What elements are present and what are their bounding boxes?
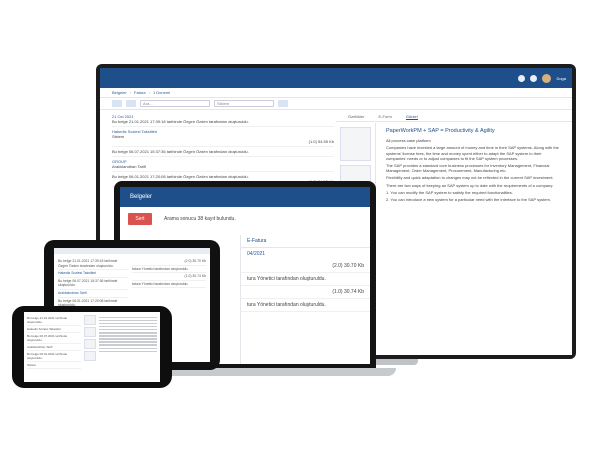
text-line <box>99 325 157 328</box>
preview-tabs: Özellikler E-Form Görsel <box>336 112 572 122</box>
text-line <box>99 344 157 346</box>
view-button[interactable] <box>126 100 136 107</box>
list-item[interactable]: Bu belge 06.07.2021 tarihinde oluşturuld… <box>27 333 81 344</box>
list-item[interactable]: Bu belge 21.01.2021 17:39:18 tarihinde Ö… <box>58 258 128 271</box>
page-thumbnail[interactable] <box>340 127 371 161</box>
list-item-text: Bu belge 21.01.2021 17:39:18 tarihinde Ö… <box>112 119 249 124</box>
phone-list: Bu belge 21.01.2021 tarihinde oluşturuld… <box>27 315 81 369</box>
list-item[interactable]: Bu belge 06.07.2021 15:37:36 tarihinde o… <box>58 278 128 290</box>
filter-select[interactable]: Sistem <box>214 100 274 107</box>
list-item[interactable]: Bu belge 06.07.2021 15:37:36 tarihinde Ö… <box>112 147 334 157</box>
list-item-size: (2.0) 30.70 Kb <box>132 258 206 266</box>
breadcrumb-item[interactable]: Fatura <box>134 90 146 95</box>
text-line <box>99 350 157 353</box>
laptop-header: Belgeler <box>120 187 370 207</box>
text-line <box>99 316 157 319</box>
list-item-text: fatura Yönetici tarafından oluşturuldu. <box>132 281 206 289</box>
doc-paragraph: The SAP provides a standard core busines… <box>386 163 550 174</box>
text-line <box>99 335 157 337</box>
doc-paragraph: There are two ways of keeping an SAP sys… <box>386 182 554 188</box>
breadcrumb: Belgeler › Fatura › 1 Donemi <box>100 88 572 98</box>
doc-paragraph: Companies have invested a large amount o… <box>386 145 559 161</box>
chevron-right-icon: › <box>148 90 150 95</box>
tab-efatura[interactable]: E-Fatura <box>241 235 370 248</box>
top-header-bar: Doga <box>100 68 572 88</box>
user-name[interactable]: Doga <box>556 76 566 81</box>
text-line <box>99 332 157 334</box>
list-item-text: Aralıklandiran Tarifi <box>112 164 146 169</box>
page-thumbnail[interactable] <box>84 315 96 325</box>
phone: Bu belge 21.01.2021 tarihinde oluşturuld… <box>12 306 172 388</box>
list-item[interactable]: 21 Ocl 2021 Bu belge 21.01.2021 17:39:18… <box>112 112 334 127</box>
list-item-link[interactable]: Hakedis Sozlesi Taksitleri <box>58 270 128 278</box>
tab-visual[interactable]: Görsel <box>405 114 418 120</box>
text-line <box>99 341 157 343</box>
document-page <box>99 315 157 379</box>
text-line <box>99 328 157 331</box>
result-count-text: Arama sonucu 38 kayıt bulundu. <box>164 216 236 222</box>
list-item-text: fatura Yönetici tarafından oluşturuldu. <box>132 266 206 274</box>
list-item[interactable]: GROUP Aralıklandiran Tarifi <box>112 157 334 172</box>
phone-document-viewer <box>84 315 157 379</box>
notification-icon[interactable] <box>518 74 526 82</box>
text-line <box>99 322 157 325</box>
page-thumbnail[interactable] <box>84 351 96 361</box>
breadcrumb-item[interactable]: 1 Donemi <box>153 90 170 95</box>
page-thumbnails <box>84 315 96 379</box>
doc-paragraph: 2. You can introduce a new system for a … <box>386 197 551 203</box>
settings-icon[interactable] <box>530 74 538 82</box>
doc-paragraph: Flexibility and quick adaptation to chan… <box>386 175 554 181</box>
avatar[interactable] <box>542 73 552 83</box>
list-item[interactable]: Bu belge 06.01.2021 tarihinde oluşturuld… <box>27 351 81 362</box>
list-item-link[interactable]: Aralıklandiran Tarifi <box>58 290 128 298</box>
phone-screen: Bu belge 21.01.2021 tarihinde oluşturuld… <box>24 312 160 382</box>
tablet-header <box>54 248 210 254</box>
tablet-detail: (2.0) 30.70 Kb fatura Yönetici tarafında… <box>132 258 206 289</box>
list-item-size: (1.0) 30.74 Kb <box>132 273 206 281</box>
doc-paragraph: All process case platform <box>386 138 431 144</box>
action-button[interactable]: Sert <box>128 213 152 225</box>
list-item-size: (2.0) 30.70 Kb <box>241 260 370 273</box>
toolbar: Ara... Sistem <box>100 98 572 110</box>
back-button[interactable] <box>112 100 122 107</box>
page-thumbnail[interactable] <box>84 339 96 349</box>
list-item-size: (1.0) 54.55 Kb <box>308 139 334 144</box>
list-item-size: (1.0) 30.74 Kb <box>241 286 370 299</box>
list-item-text: Bu belge 06.07.2021 15:37:36 tarihinde Ö… <box>112 149 249 154</box>
list-item[interactable]: Bu belge 21.01.2021 tarihinde oluşturuld… <box>27 315 81 326</box>
list-item[interactable]: Sistem <box>27 362 81 369</box>
doc-paragraph: 1. You can modify the SAP system to sati… <box>386 189 513 195</box>
tab-properties[interactable]: Özellikler <box>348 114 364 119</box>
filter-button[interactable] <box>278 100 288 107</box>
list-item[interactable]: Hakedis Sozlesi Taksitleri Sistem (1.0) … <box>112 127 334 147</box>
laptop-detail-panel: E-Fatura 04/2021 (2.0) 30.70 Kb tura Yön… <box>240 235 370 364</box>
breadcrumb-item[interactable]: Belgeler <box>112 90 127 95</box>
list-item-link[interactable]: Hakedis Sozlesi Taksitleri <box>27 326 81 333</box>
text-line <box>99 347 157 350</box>
list-item-link[interactable]: Aralıklandiran Tarifi <box>27 344 81 351</box>
chevron-right-icon: › <box>129 90 132 95</box>
document-page: PaperWorkPM + SAP = Productivity & Agili… <box>376 123 572 355</box>
tablet-list: Bu belge 21.01.2021 17:39:18 tarihinde Ö… <box>58 258 128 310</box>
breadcrumb-item[interactable]: Belgeler <box>130 194 152 200</box>
search-result-bar: Sert Arama sonucu 38 kayıt bulundu. <box>120 207 370 231</box>
list-item-text: tura Yönetici tarafından oluşturuldu. <box>241 273 370 286</box>
text-line <box>99 338 157 340</box>
tab-eform[interactable]: E-Form <box>378 114 391 119</box>
date-label: 04/2021 <box>247 251 266 257</box>
document-title: PaperWorkPM + SAP = Productivity & Agili… <box>386 128 495 134</box>
search-input[interactable]: Ara... <box>140 100 210 107</box>
list-item-text: tura Yönetici tarafından oluşturuldu. <box>241 299 370 312</box>
text-line <box>99 319 157 322</box>
page-thumbnail[interactable] <box>84 327 96 337</box>
